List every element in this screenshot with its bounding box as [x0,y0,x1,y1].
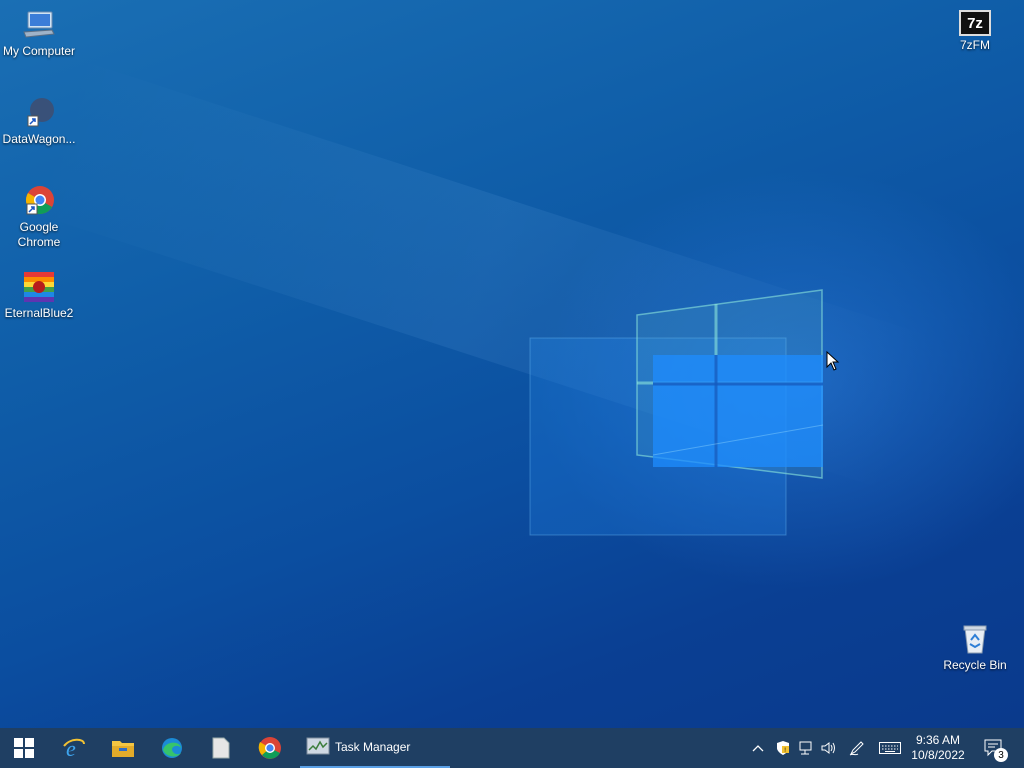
clock-time: 9:36 AM [915,733,961,747]
tray-network-button[interactable] [796,728,818,768]
folder-icon [112,741,134,757]
7zip-icon: 7z [959,10,991,36]
desktop-icon-label: Google Chrome [17,220,61,249]
show-hidden-icons-button[interactable] [748,728,768,768]
task-manager-label: Task Manager [335,740,411,754]
taskbar-edge-button[interactable] [148,728,196,768]
taskbar-notepad-button[interactable] [197,728,245,768]
security-icon: ! [777,741,789,755]
clock-date: 10/8/2022 [911,748,965,762]
desktop-icon-label: My Computer [2,44,76,58]
network-icon [799,741,812,755]
volume-icon [821,742,835,754]
desktop-icon-eternalblue2[interactable]: EternalBlue2 [0,270,78,321]
edge-icon [162,738,182,758]
taskbar: e Task Manager ! 9:36 AM 10/8/2022 3 [0,728,1024,768]
chevron-up-icon [752,745,764,752]
desktop-icon-recycle-bin[interactable]: Recycle Bin [936,622,1014,673]
chrome-icon [22,184,56,218]
pen-icon [849,741,864,756]
keyboard-icon [879,742,901,754]
windows-logo-wallpaper [529,289,824,536]
taskbar-internet-explorer-button[interactable]: e [50,728,98,768]
taskbar-chrome-button[interactable] [246,728,294,768]
taskbar-file-explorer-button[interactable] [99,728,147,768]
7zip-glyph-text: 7z [967,14,983,32]
recycle-bin-icon [958,622,992,656]
taskbar-task-manager-button[interactable]: Task Manager [300,728,450,768]
task-manager-icon [306,737,330,755]
ie-icon: e [63,736,85,760]
tray-volume-button[interactable] [818,728,840,768]
start-button[interactable] [0,728,48,768]
desktop-icon-7zfm[interactable]: 7z 7zFM [936,10,1014,53]
desktop-icon-label: 7zFM [960,38,990,52]
tray-touch-keyboard-button[interactable] [876,728,904,768]
desktop-icon-google-chrome[interactable]: Google Chrome [0,184,78,250]
datawagon-shortcut-icon [22,96,56,130]
tray-clock[interactable]: 9:36 AM 10/8/2022 [906,728,970,768]
desktop[interactable]: My Computer DataWagon... Google Chrome E… [0,0,1024,728]
file-icon [212,737,230,759]
tray-pen-button[interactable] [846,728,868,768]
desktop-icon-label: Recycle Bin [943,658,1007,672]
computer-icon [22,8,56,42]
chrome-icon [258,737,281,759]
desktop-icon-label: EternalBlue2 [4,306,74,320]
notification-count-badge: 3 [994,748,1008,762]
eternalblue-icon [22,270,56,304]
windows-icon [14,738,34,758]
action-center-button[interactable]: 3 [978,728,1008,768]
tray-security-button[interactable]: ! [772,728,794,768]
desktop-icon-my-computer[interactable]: My Computer [0,8,78,59]
desktop-icon-datawagon[interactable]: DataWagon... [0,96,78,147]
desktop-icon-label: DataWagon... [2,132,76,146]
mouse-cursor-icon [826,351,840,371]
